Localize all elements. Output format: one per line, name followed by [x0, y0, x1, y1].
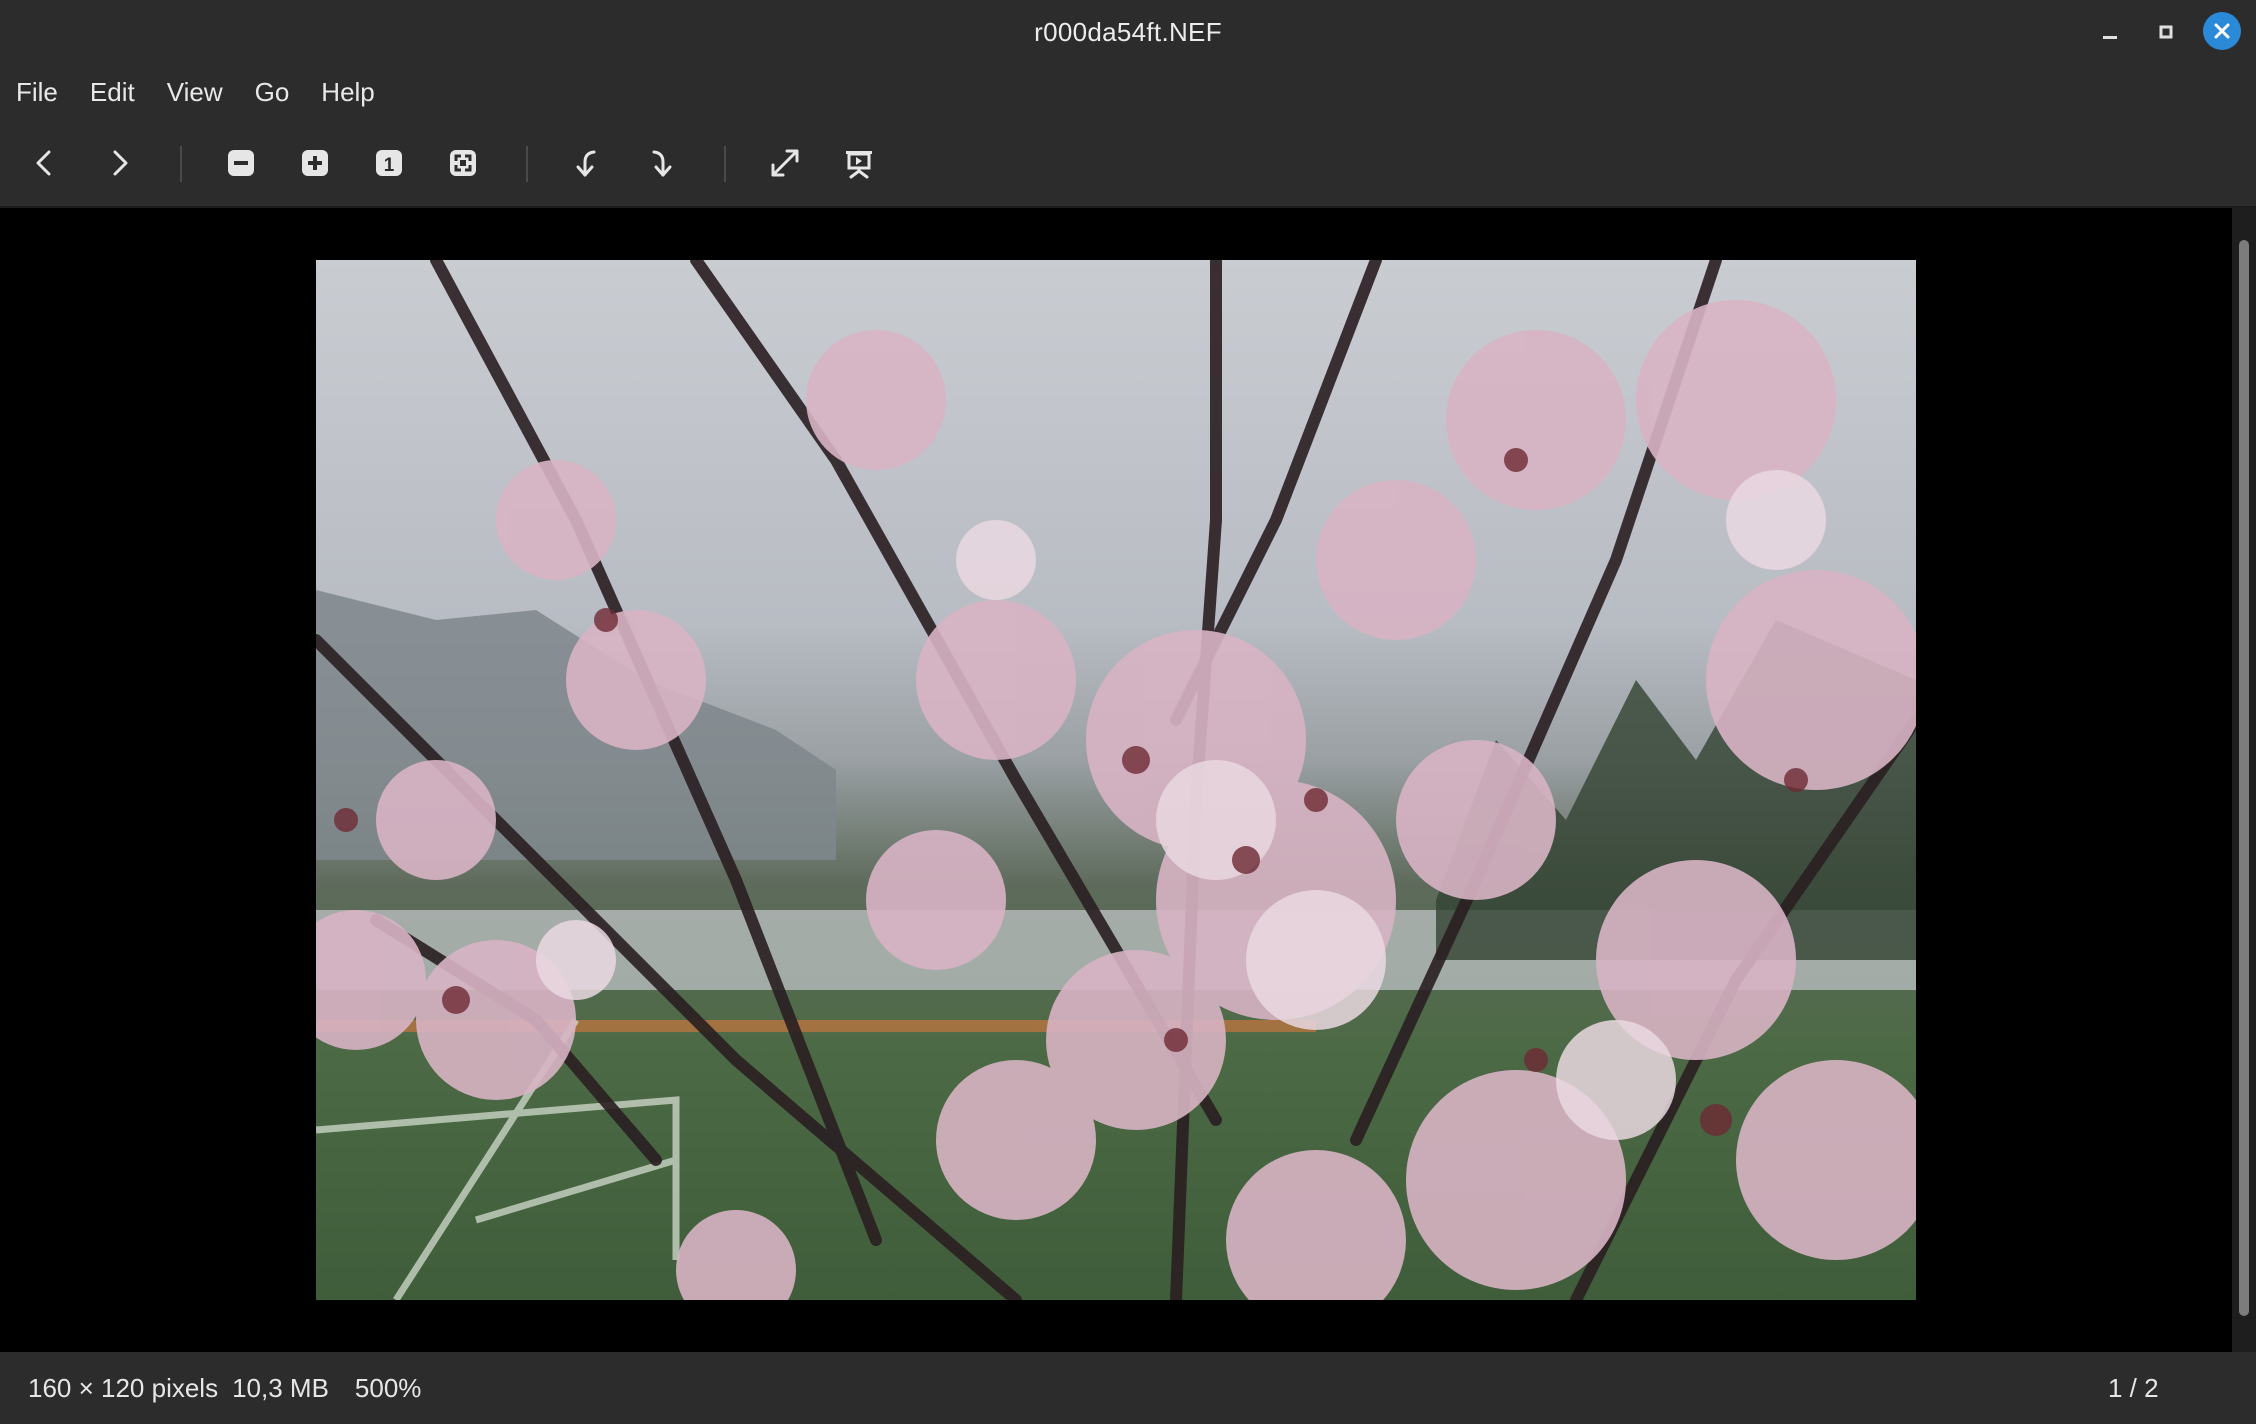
zoom-100-icon: 1: [376, 150, 402, 176]
rotate-left-button[interactable]: [564, 140, 610, 186]
menu-edit[interactable]: Edit: [74, 64, 151, 120]
scrollbar-thumb[interactable]: [2239, 240, 2249, 1316]
rotate-right-icon: [652, 150, 672, 177]
menu-go[interactable]: Go: [239, 64, 306, 120]
zoom-in-icon: [302, 150, 328, 176]
toolbar: 1: [0, 120, 2256, 208]
rotate-right-button[interactable]: [638, 140, 684, 186]
image-position: 1 / 2: [2108, 1372, 2159, 1403]
image-viewport[interactable]: [0, 208, 2232, 1352]
vertical-scrollbar[interactable]: [2232, 208, 2256, 1352]
fullscreen-button[interactable]: [762, 140, 808, 186]
rotate-left-icon: [576, 150, 596, 177]
file-size: 10,3 MB: [232, 1372, 329, 1403]
image-dimensions: 160 × 120 pixels: [28, 1372, 219, 1403]
zoom-fit-icon: [450, 150, 476, 176]
slideshow-button[interactable]: [836, 140, 882, 186]
previous-icon: [36, 150, 51, 176]
zoom-out-icon: [228, 150, 254, 176]
zoom-100-button[interactable]: 1: [366, 140, 412, 186]
title-bar: r000da54ft.NEF: [0, 0, 2256, 64]
previous-button[interactable]: [22, 140, 68, 186]
zoom-fit-button[interactable]: [440, 140, 486, 186]
window-title: r000da54ft.NEF: [1034, 16, 1222, 47]
slideshow-icon: [846, 151, 872, 179]
close-icon: [2214, 23, 2230, 39]
fullscreen-icon: [771, 149, 799, 177]
displayed-image: [316, 260, 1916, 1300]
toolbar-separator: [526, 146, 528, 182]
menu-bar: File Edit View Go Help: [0, 64, 2256, 120]
zoom-in-button[interactable]: [292, 140, 338, 186]
close-button[interactable]: [2203, 12, 2241, 50]
status-bar: 160 × 120 pixels 10,3 MB 500% 1 / 2: [0, 1352, 2256, 1424]
cherry-blossom-photo: [316, 260, 1916, 1300]
maximize-icon: [2159, 25, 2173, 39]
minimize-button[interactable]: [2092, 14, 2128, 50]
menu-help[interactable]: Help: [305, 64, 390, 120]
toolbar-separator: [180, 146, 182, 182]
zoom-level: 500%: [354, 1372, 422, 1403]
toolbar-separator: [724, 146, 726, 182]
zoom-out-button[interactable]: [218, 140, 264, 186]
minimize-icon: [2103, 36, 2117, 39]
zoom-100-glyph: 1: [384, 155, 395, 176]
menu-view[interactable]: View: [151, 64, 239, 120]
maximize-button[interactable]: [2148, 14, 2184, 50]
next-icon: [113, 150, 128, 176]
menu-file[interactable]: File: [0, 64, 74, 120]
next-button[interactable]: [96, 140, 142, 186]
